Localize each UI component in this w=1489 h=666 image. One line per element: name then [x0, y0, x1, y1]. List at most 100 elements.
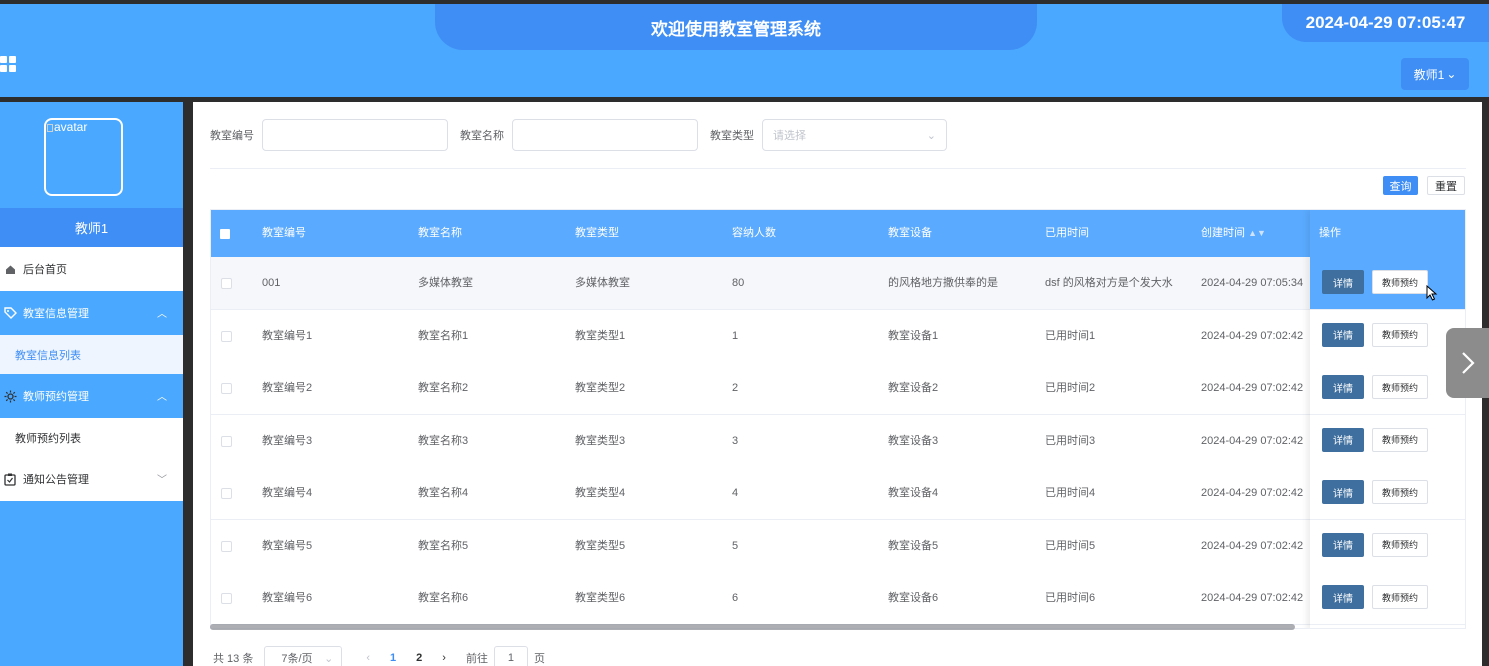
table-cell: 2024-04-29 07:05:34 — [1201, 277, 1304, 289]
classroom-number-input[interactable] — [262, 119, 448, 151]
chevron-right-icon[interactable] — [1446, 328, 1489, 398]
operations-cell: 详情 教师预约 — [1310, 519, 1465, 573]
sidebar-item-classroom-list[interactable]: 教室信息列表 — [0, 335, 183, 374]
goto-prefix: 前往 — [465, 653, 488, 665]
table-cell: 已用时间5 — [1045, 539, 1096, 552]
table-cell: 001 — [262, 277, 281, 289]
table-cell: 5 — [732, 539, 739, 552]
table-cell: 教室编号2 — [262, 382, 313, 394]
detail-button[interactable]: 详情 — [1322, 585, 1364, 609]
column-header: 已用时间 — [1045, 227, 1089, 239]
tag-icon — [3, 306, 17, 320]
table-cell: 教室类型5 — [575, 539, 626, 552]
table-cell: 教室名称4 — [418, 487, 469, 499]
row-checkbox[interactable] — [221, 383, 232, 394]
table-cell: 6 — [732, 592, 739, 604]
search-form: 教室编号 教室名称 教室类型 请选择 ⌄ — [210, 119, 947, 151]
teacher-reserve-button[interactable]: 教师预约 — [1372, 532, 1428, 557]
table-cell: 多媒体教室 — [418, 277, 473, 289]
table-row[interactable]: 教室编号5 教室名称5 教室类型5 5 教室设备5 已用时间5 2024-04-29 07:… — [211, 519, 1465, 573]
teacher-reserve-button[interactable]: 教师预约 — [1372, 375, 1428, 399]
detail-button[interactable]: 详情 — [1322, 375, 1364, 399]
goto-suffix: 页 — [533, 653, 545, 665]
prev-page-icon[interactable]: ‹ — [366, 652, 370, 664]
table-row[interactable]: 教室编号4 教室名称4 教室类型4 4 教室设备4 已用时间4 2024-04-29 07:… — [211, 467, 1465, 520]
table-header: 教室编号 教室名称 教室类型 容纳人数 教室设备 已用时间 创建时间 ▲▼ — [211, 210, 1465, 257]
goto-page-input[interactable]: 1 — [493, 646, 528, 666]
column-header: 教室设备 — [888, 227, 932, 239]
chevron-down-icon: ⌄ — [324, 652, 334, 665]
table-cell: 教室设备2 — [888, 382, 939, 394]
table-cell: 2024-04-29 07:02:42 — [1201, 329, 1304, 342]
detail-button[interactable]: 详情 — [1322, 480, 1364, 504]
detail-button[interactable]: 详情 — [1322, 322, 1364, 347]
table-cell: 教室设备4 — [888, 487, 939, 499]
table-cell: 教室编号3 — [262, 434, 313, 447]
classroom-type-select[interactable]: 请选择 ⌄ — [762, 119, 947, 151]
classroom-table: 教室编号 教室名称 教室类型 容纳人数 教室设备 已用时间 创建时间 ▲▼ 00… — [210, 209, 1466, 629]
row-checkbox[interactable] — [221, 330, 232, 342]
sidebar-item-reservation-management[interactable]: 教师预约管理 ︿ — [0, 374, 183, 418]
page-number[interactable]: 2 — [416, 652, 422, 664]
broken-image-icon — [47, 124, 53, 132]
classroom-name-input[interactable] — [512, 119, 698, 151]
sidebar-item-home[interactable]: 后台首页 — [0, 247, 183, 291]
detail-button[interactable]: 详情 — [1322, 270, 1364, 294]
table-cell: 教室编号1 — [262, 329, 313, 342]
select-placeholder: 请选择 — [773, 130, 806, 142]
row-checkbox[interactable] — [221, 435, 232, 447]
top-header: 欢迎使用教室管理系统 2024-04-29 07:05:47 教师1 ⌄ — [0, 4, 1489, 97]
query-button[interactable]: 查询 — [1383, 176, 1418, 195]
table-row[interactable]: 教室编号3 教室名称3 教室类型3 3 教室设备3 已用时间3 2024-04-29 07:… — [211, 414, 1465, 468]
detail-button[interactable]: 详情 — [1322, 427, 1364, 452]
teacher-reserve-button[interactable]: 教师预约 — [1372, 480, 1428, 504]
row-checkbox[interactable] — [221, 278, 232, 289]
horizontal-scrollbar[interactable] — [210, 624, 1295, 630]
row-checkbox[interactable] — [221, 540, 232, 552]
menu-toggle-icon[interactable] — [0, 56, 17, 73]
table-cell: 教室类型1 — [575, 329, 626, 342]
table-row[interactable]: 教室编号1 教室名称1 教室类型1 1 教室设备1 已用时间1 2024-04-29 07:… — [211, 309, 1465, 363]
user-dropdown-button[interactable]: 教师1 ⌄ — [1401, 58, 1469, 90]
table-cell: 教室编号4 — [262, 487, 313, 499]
chevron-up-icon: ︿ — [157, 309, 167, 320]
current-datetime: 2024-04-29 07:05:47 — [1282, 4, 1489, 42]
teacher-reserve-button[interactable]: 教师预约 — [1372, 585, 1428, 609]
sidebar-item-classroom-management[interactable]: 教室信息管理 ︿ — [0, 291, 183, 335]
table-row[interactable]: 教室编号2 教室名称2 教室类型2 2 教室设备2 已用时间2 2024-04-29 07:… — [211, 362, 1465, 415]
row-checkbox[interactable] — [221, 488, 232, 499]
select-all-checkbox[interactable] — [220, 229, 230, 239]
system-title: 欢迎使用教室管理系统 — [435, 4, 1037, 50]
column-header: 操作 — [1310, 210, 1465, 257]
table-row[interactable]: 教室编号6 教室名称6 教室类型6 6 教室设备6 已用时间6 2024-04-29 07:… — [211, 572, 1465, 625]
total-count: 共 13 条 — [213, 653, 254, 665]
operations-cell: 详情 教师预约 — [1310, 414, 1465, 468]
table-cell: 2024-04-29 07:02:42 — [1201, 487, 1304, 499]
reset-button[interactable]: 重置 — [1427, 176, 1465, 195]
sidebar-item-label: 教室信息管理 — [23, 308, 89, 320]
table-cell: 2 — [732, 382, 739, 394]
page-size-select[interactable]: 7条/页 ⌄ — [264, 646, 343, 666]
teacher-reserve-button[interactable]: 教师预约 — [1372, 322, 1428, 347]
next-page-icon[interactable]: › — [442, 652, 446, 664]
table-cell: 教室类型6 — [575, 592, 626, 604]
column-header: 教室类型 — [575, 227, 619, 239]
sidebar-menu: 后台首页 教室信息管理 ︿ 教室信息列表 教师预约管理 ︿ 教师预约列表 通知公… — [0, 247, 183, 501]
sidebar-item-notice-management[interactable]: 通知公告管理 ﹀ — [0, 457, 183, 501]
page-number[interactable]: 1 — [390, 652, 396, 664]
sidebar-item-reservation-list[interactable]: 教师预约列表 — [0, 418, 183, 457]
table-cell: 多媒体教室 — [575, 277, 630, 289]
table-cell: 已用时间2 — [1045, 382, 1096, 394]
table-cell: 已用时间6 — [1045, 592, 1096, 604]
teacher-reserve-button[interactable]: 教师预约 — [1372, 270, 1428, 294]
detail-button[interactable]: 详情 — [1322, 532, 1364, 557]
row-checkbox[interactable] — [221, 593, 232, 604]
pagination: 共 13 条 7条/页 ⌄ ‹ 1 2 › 前往 1 页 — [213, 646, 545, 666]
teacher-reserve-button[interactable]: 教师预约 — [1372, 427, 1428, 452]
chevron-down-icon: ⌄ — [926, 129, 936, 142]
table-row[interactable]: 001 多媒体教室 多媒体教室 80 的风格地方撒供奉的是 dsf 的风格对方是个发大水 2… — [211, 257, 1465, 310]
table-cell: 教室类型2 — [575, 382, 626, 394]
table-cell: 教室设备6 — [888, 592, 939, 604]
column-header-sortable[interactable]: 创建时间 ▲▼ — [1201, 210, 1266, 257]
table-cell: 已用时间4 — [1045, 487, 1096, 499]
